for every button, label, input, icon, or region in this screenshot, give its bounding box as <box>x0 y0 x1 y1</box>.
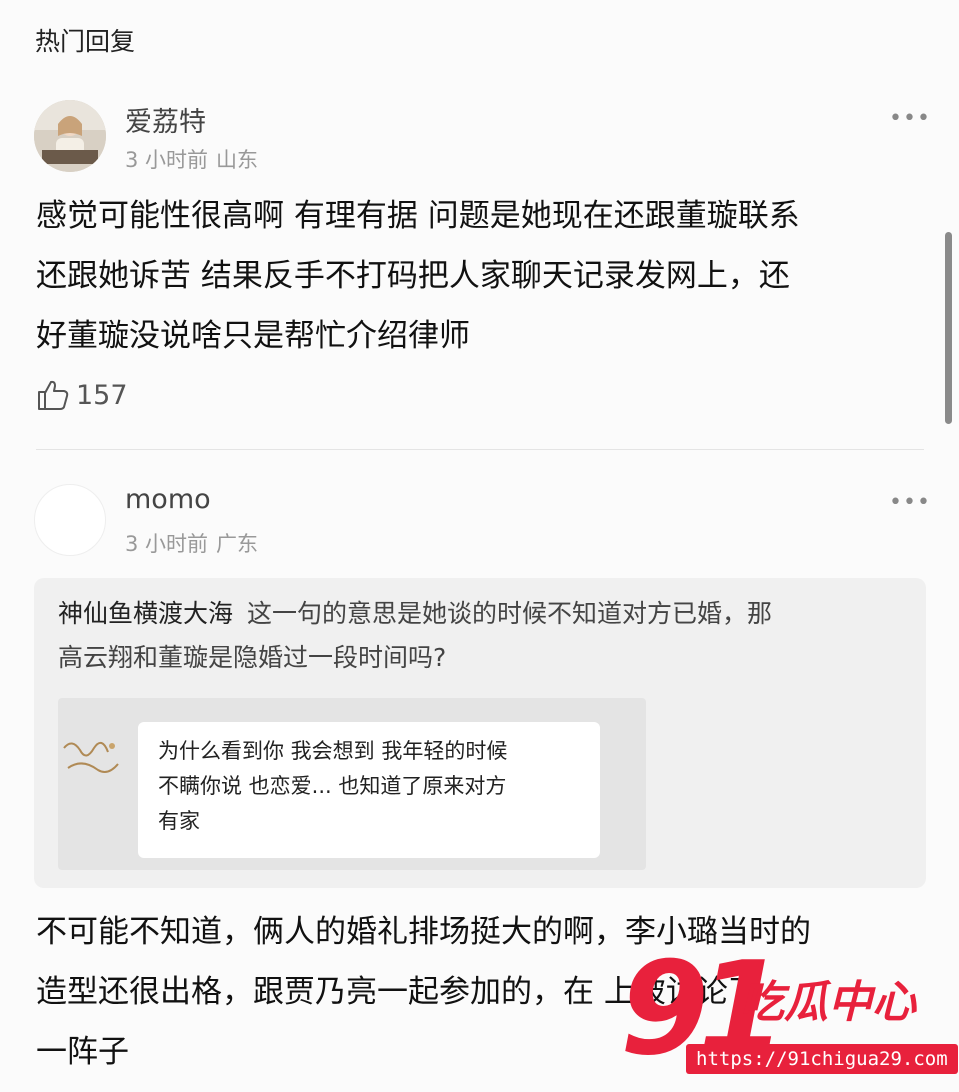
comment-text-line: 感觉可能性很高啊 有理有据 问题是她现在还跟董璇联系 <box>36 198 800 234</box>
quoted-text: 神仙鱼横渡大海 这一句的意思是她谈的时候不知道对方已婚，那 高云翔和董璇是隐婚过一… <box>58 592 908 680</box>
chat-bubble: 为什么看到你 我会想到 我年轻的时候 不瞒你说 也恋爱... 也知道了原来对方 … <box>138 722 600 858</box>
like-button[interactable]: 157 <box>36 378 128 412</box>
timestamp: 3 小时前 <box>125 532 209 556</box>
quoted-text-line: 这一句的意思是她谈的时候不知道对方已婚，那 <box>247 599 773 628</box>
divider <box>36 449 924 450</box>
sketch-icon <box>63 741 119 773</box>
hot-replies-title: 热门回复 <box>35 27 136 56</box>
comment-text-line: 好董璇没说啥只是帮忙介绍律师 <box>36 318 470 354</box>
comment-meta: 3 小时前 广东 <box>125 528 266 558</box>
comment-text: 感觉可能性很高啊 有理有据 问题是她现在还跟董璇联系 还跟她诉苦 结果反手不打码… <box>36 186 916 366</box>
quoted-comment[interactable]: 神仙鱼横渡大海 这一句的意思是她谈的时候不知道对方已婚，那 高云翔和董璇是隐婚过一… <box>34 578 926 888</box>
quoted-text-line: 高云翔和董璇是隐婚过一段时间吗? <box>58 643 447 672</box>
scrollbar[interactable] <box>945 232 952 424</box>
chat-text-line: 为什么看到你 我会想到 我年轻的时候 <box>158 739 508 763</box>
more-dots-icon[interactable]: ••• <box>889 106 931 131</box>
watermark-url: https://91chigua29.com <box>686 1044 958 1074</box>
comment-text-line: 还跟她诉苦 结果反手不打码把人家聊天记录发网上，还 <box>36 258 790 294</box>
username[interactable]: 爱荔特 <box>125 100 206 139</box>
like-count: 157 <box>76 379 128 411</box>
quoted-image[interactable]: 为什么看到你 我会想到 我年轻的时候 不瞒你说 也恋爱... 也知道了原来对方 … <box>58 698 646 870</box>
quoted-username[interactable]: 神仙鱼横渡大海 <box>58 599 233 628</box>
timestamp: 3 小时前 <box>125 148 209 172</box>
chat-text-line: 有家 <box>158 809 200 833</box>
avatar[interactable] <box>34 484 106 556</box>
chat-text-line: 不瞒你说 也恋爱... 也知道了原来对方 <box>158 774 507 798</box>
location: 广东 <box>216 532 259 556</box>
username[interactable]: momo <box>125 484 211 515</box>
watermark: 91 吃瓜中心 https://91chigua29.com <box>620 946 958 1092</box>
more-dots-icon[interactable]: ••• <box>889 490 931 515</box>
watermark-name: 吃瓜中心 <box>740 977 916 1028</box>
thumbs-up-icon <box>38 380 69 410</box>
avatar[interactable] <box>34 100 106 172</box>
comment-meta: 3 小时前 山东 <box>125 144 266 174</box>
location: 山东 <box>216 148 259 172</box>
